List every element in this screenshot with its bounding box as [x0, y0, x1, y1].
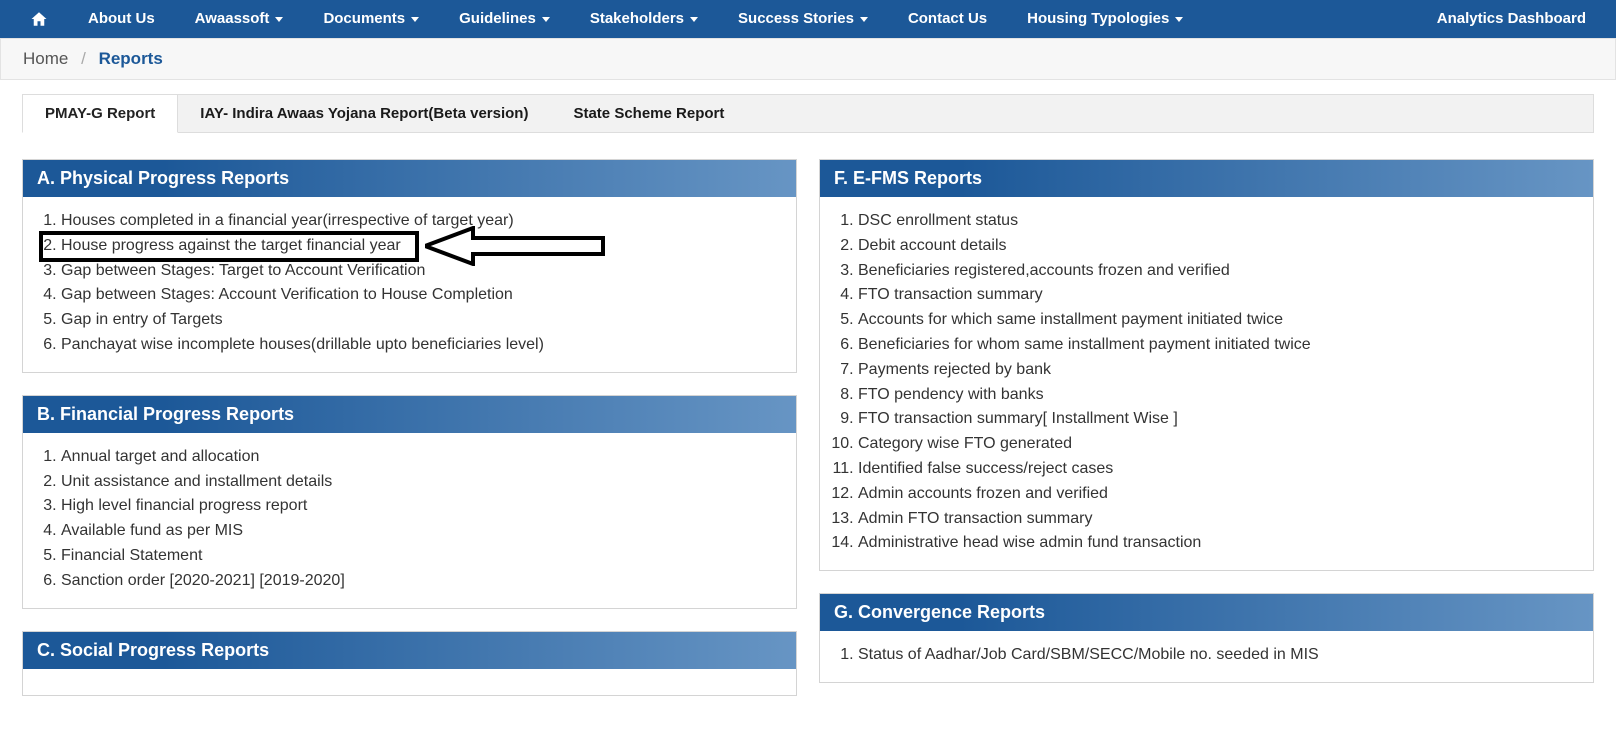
breadcrumb-sep: /: [81, 49, 86, 68]
report-link[interactable]: Accounts for which same installment paym…: [858, 308, 1575, 333]
home-icon[interactable]: [10, 0, 68, 38]
nav-analytics-dashboard[interactable]: Analytics Dashboard: [1417, 0, 1606, 38]
report-link[interactable]: Beneficiaries for whom same installment …: [858, 333, 1575, 358]
panel-title: F. E-FMS Reports: [820, 160, 1593, 197]
report-list: Status of Aadhar/Job Card/SBM/SECC/Mobil…: [838, 643, 1575, 668]
report-link[interactable]: High level financial progress report: [61, 494, 778, 519]
chevron-down-icon: [690, 17, 698, 22]
nav-item[interactable]: About Us: [68, 0, 175, 38]
tab[interactable]: IAY- Indira Awaas Yojana Report(Beta ver…: [178, 95, 551, 132]
report-link[interactable]: FTO pendency with banks: [858, 383, 1575, 408]
report-link[interactable]: House progress against the target financ…: [61, 234, 778, 259]
panel-title: C. Social Progress Reports: [23, 632, 796, 669]
report-list: DSC enrollment statusDebit account detai…: [838, 209, 1575, 556]
report-list: Annual target and allocationUnit assista…: [41, 445, 778, 594]
chevron-down-icon: [542, 17, 550, 22]
report-panel: C. Social Progress Reports: [22, 631, 797, 696]
nav-item[interactable]: Housing Typologies: [1007, 0, 1203, 38]
tab[interactable]: PMAY-G Report: [22, 94, 178, 133]
report-link[interactable]: Panchayat wise incomplete houses(drillab…: [61, 333, 778, 358]
chevron-down-icon: [275, 17, 283, 22]
report-link[interactable]: Identified false success/reject cases: [858, 457, 1575, 482]
report-link[interactable]: Houses completed in a financial year(irr…: [61, 209, 778, 234]
report-link[interactable]: Sanction order [2020-2021] [2019-2020]: [61, 569, 778, 594]
chevron-down-icon: [1175, 17, 1183, 22]
report-link[interactable]: Available fund as per MIS: [61, 519, 778, 544]
report-panel: F. E-FMS Reports DSC enrollment statusDeb…: [819, 159, 1594, 571]
report-panel: B. Financial Progress Reports Annual targ…: [22, 395, 797, 609]
nav-item[interactable]: Success Stories: [718, 0, 888, 38]
report-link[interactable]: Gap between Stages: Account Verification…: [61, 283, 778, 308]
panel-title: B. Financial Progress Reports: [23, 396, 796, 433]
report-link[interactable]: FTO transaction summary: [858, 283, 1575, 308]
chevron-down-icon: [411, 17, 419, 22]
report-link[interactable]: Category wise FTO generated: [858, 432, 1575, 457]
report-link[interactable]: FTO transaction summary[ Installment Wis…: [858, 407, 1575, 432]
panel-title: G. Convergence Reports: [820, 594, 1593, 631]
panel-body: Annual target and allocationUnit assista…: [23, 433, 796, 608]
breadcrumb-home[interactable]: Home: [23, 49, 68, 68]
report-link[interactable]: Annual target and allocation: [61, 445, 778, 470]
nav-item[interactable]: Documents: [303, 0, 439, 38]
report-link[interactable]: DSC enrollment status: [858, 209, 1575, 234]
panel-title: A. Physical Progress Reports: [23, 160, 796, 197]
panel-body: Status of Aadhar/Job Card/SBM/SECC/Mobil…: [820, 631, 1593, 682]
report-tabs: PMAY-G ReportIAY- Indira Awaas Yojana Re…: [22, 94, 1594, 133]
report-panel: G. Convergence Reports Status of Aadhar/J…: [819, 593, 1594, 683]
report-link[interactable]: Status of Aadhar/Job Card/SBM/SECC/Mobil…: [858, 643, 1575, 668]
report-panel: A. Physical Progress Reports Houses compl…: [22, 159, 797, 373]
report-link[interactable]: Financial Statement: [61, 544, 778, 569]
report-link[interactable]: Unit assistance and installment details: [61, 470, 778, 495]
report-link[interactable]: Beneficiaries registered,accounts frozen…: [858, 259, 1575, 284]
report-link[interactable]: Admin accounts frozen and verified: [858, 482, 1575, 507]
nav-item[interactable]: Guidelines: [439, 0, 570, 38]
nav-item[interactable]: Contact Us: [888, 0, 1007, 38]
panel-body: [23, 669, 796, 695]
report-link[interactable]: Gap between Stages: Target to Account Ve…: [61, 259, 778, 284]
report-link[interactable]: Payments rejected by bank: [858, 358, 1575, 383]
breadcrumb-current: Reports: [99, 49, 163, 68]
top-nav: About UsAwaassoftDocumentsGuidelinesStak…: [0, 0, 1616, 38]
report-link[interactable]: Admin FTO transaction summary: [858, 507, 1575, 532]
nav-item[interactable]: Stakeholders: [570, 0, 718, 38]
chevron-down-icon: [860, 17, 868, 22]
report-list: Houses completed in a financial year(irr…: [41, 209, 778, 358]
report-link[interactable]: Administrative head wise admin fund tran…: [858, 531, 1575, 556]
report-link[interactable]: Debit account details: [858, 234, 1575, 259]
panel-body: DSC enrollment statusDebit account detai…: [820, 197, 1593, 570]
panel-body: Houses completed in a financial year(irr…: [23, 197, 796, 372]
report-link[interactable]: Gap in entry of Targets: [61, 308, 778, 333]
tab[interactable]: State Scheme Report: [551, 95, 747, 132]
nav-item[interactable]: Awaassoft: [175, 0, 304, 38]
breadcrumb: Home / Reports: [0, 38, 1616, 80]
